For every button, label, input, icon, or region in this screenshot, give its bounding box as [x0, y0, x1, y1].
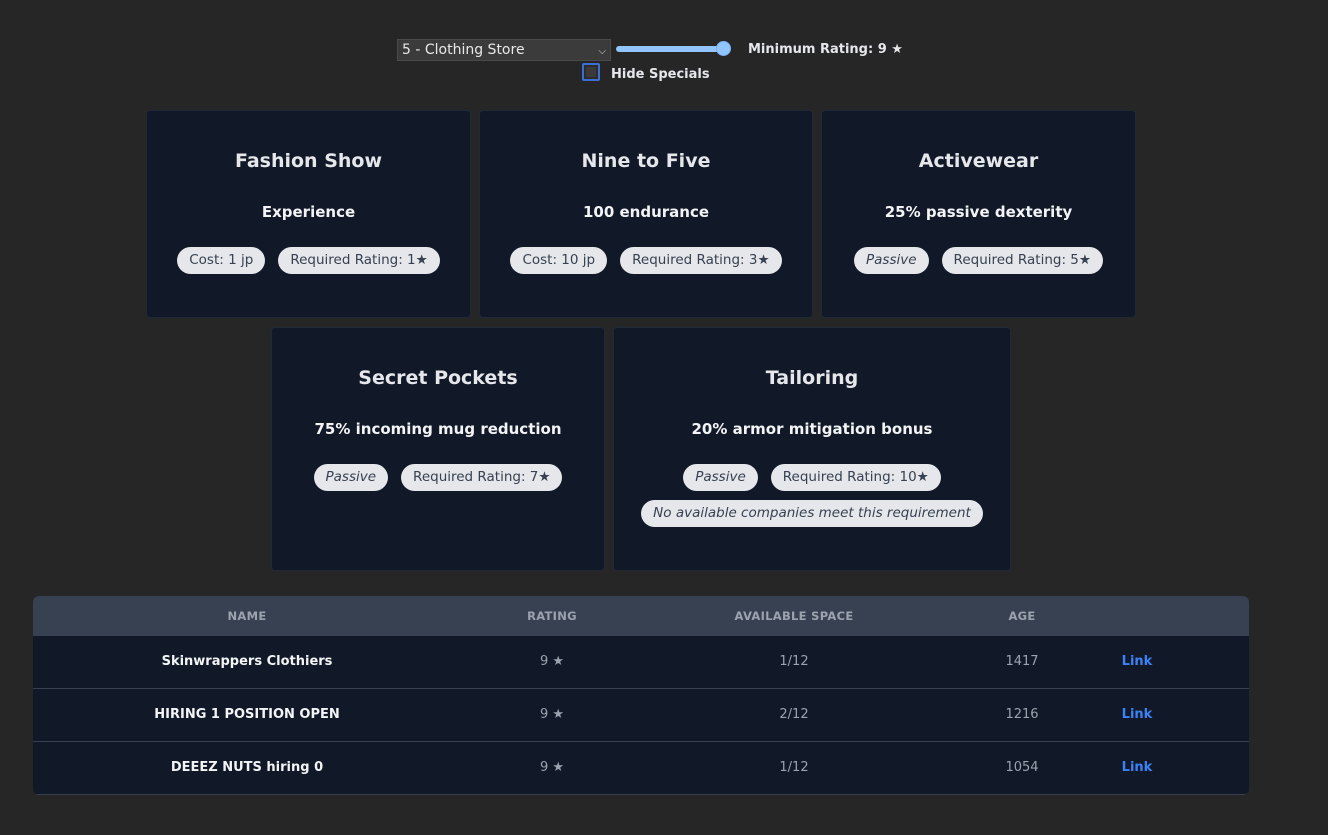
passive-pill: Passive — [683, 464, 758, 491]
company-link[interactable]: Link — [1122, 654, 1153, 669]
company-rating: 9 ★ — [539, 707, 565, 722]
slider-thumb[interactable] — [716, 41, 731, 56]
card-title: Tailoring — [765, 367, 859, 389]
column-header-name[interactable]: NAME — [227, 609, 266, 623]
hide-specials-checkbox[interactable] — [582, 63, 600, 81]
card-description: 20% armor mitigation bonus — [691, 420, 933, 438]
company-age: 1417 — [1005, 654, 1039, 669]
table-row: HIRING 1 POSITION OPEN 9 ★ 2/12 1216 Lin… — [33, 689, 1249, 742]
required-rating-pill: Required Rating: 3★ — [620, 247, 782, 274]
passive-pill: Passive — [854, 247, 929, 274]
card-description: 75% incoming mug reduction — [314, 420, 562, 438]
card-description: 100 endurance — [582, 203, 710, 221]
special-card: Secret Pockets 75% incoming mug reductio… — [271, 327, 605, 571]
company-age: 1054 — [1005, 760, 1039, 775]
companies-table: NAME RATING AVAILABLE SPACE AGE Skinwrap… — [33, 596, 1249, 795]
card-pills: Passive Required Rating: 10★ — [614, 464, 1010, 491]
company-age: 1216 — [1005, 707, 1039, 722]
card-pills: Passive Required Rating: 5★ — [822, 247, 1135, 274]
company-link[interactable]: Link — [1122, 707, 1153, 722]
company-rating: 9 ★ — [539, 654, 565, 669]
column-header-rating[interactable]: RATING — [527, 609, 577, 623]
slider-track — [616, 46, 723, 52]
table-row: DEEEZ NUTS hiring 0 9 ★ 1/12 1054 Link — [33, 742, 1249, 795]
table-row: Skinwrappers Clothiers 9 ★ 1/12 1417 Lin… — [33, 636, 1249, 689]
card-description: Experience — [261, 203, 356, 221]
special-card: Nine to Five 100 endurance Cost: 10 jp R… — [479, 110, 813, 318]
card-pills: Passive Required Rating: 7★ — [272, 464, 604, 491]
card-pills: Cost: 10 jp Required Rating: 3★ — [480, 247, 812, 274]
card-title: Secret Pockets — [358, 367, 518, 389]
card-title: Fashion Show — [234, 150, 383, 172]
company-type-value: 5 - Clothing Store — [402, 42, 525, 58]
cost-pill: Cost: 10 jp — [510, 247, 608, 274]
card-title: Nine to Five — [581, 150, 711, 172]
special-card: Tailoring 20% armor mitigation bonus Pas… — [613, 327, 1011, 571]
checkbox-box — [586, 67, 596, 77]
company-name: HIRING 1 POSITION OPEN — [154, 707, 340, 722]
column-header-available-space[interactable]: AVAILABLE SPACE — [735, 609, 854, 623]
minimum-rating-slider[interactable] — [616, 41, 744, 56]
table-header: NAME RATING AVAILABLE SPACE AGE — [33, 596, 1249, 636]
company-name: DEEEZ NUTS hiring 0 — [170, 760, 324, 775]
company-rating: 9 ★ — [539, 760, 565, 775]
no-companies-warning: No available companies meet this require… — [641, 500, 983, 527]
chevron-down-icon: ⌵ — [598, 46, 606, 57]
card-title: Activewear — [918, 150, 1039, 172]
card-pills: Cost: 1 jp Required Rating: 1★ — [147, 247, 470, 274]
passive-pill: Passive — [313, 464, 389, 491]
card-description: 25% passive dexterity — [884, 203, 1073, 221]
special-card: Fashion Show Experience Cost: 1 jp Requi… — [146, 110, 471, 318]
company-available-space: 2/12 — [779, 707, 809, 722]
minimum-rating-label: Minimum Rating: 9 ★ — [748, 42, 903, 57]
required-rating-pill: Required Rating: 5★ — [941, 247, 1103, 274]
cost-pill: Cost: 1 jp — [177, 247, 266, 274]
filter-controls: 5 - Clothing Store ⌵ Minimum Rating: 9 ★… — [0, 0, 1328, 90]
company-link[interactable]: Link — [1122, 760, 1153, 775]
card-warning-row: No available companies meet this require… — [614, 500, 1010, 527]
required-rating-pill: Required Rating: 1★ — [278, 247, 440, 274]
special-card: Activewear 25% passive dexterity Passive… — [821, 110, 1136, 318]
company-available-space: 1/12 — [779, 760, 809, 775]
company-available-space: 1/12 — [779, 654, 809, 669]
column-header-age[interactable]: AGE — [1008, 609, 1035, 623]
company-name: Skinwrappers Clothiers — [161, 654, 333, 669]
required-rating-pill: Required Rating: 7★ — [401, 464, 563, 491]
company-type-select[interactable]: 5 - Clothing Store ⌵ — [397, 39, 611, 61]
required-rating-pill: Required Rating: 10★ — [770, 464, 941, 491]
hide-specials-label[interactable]: Hide Specials — [611, 67, 710, 82]
